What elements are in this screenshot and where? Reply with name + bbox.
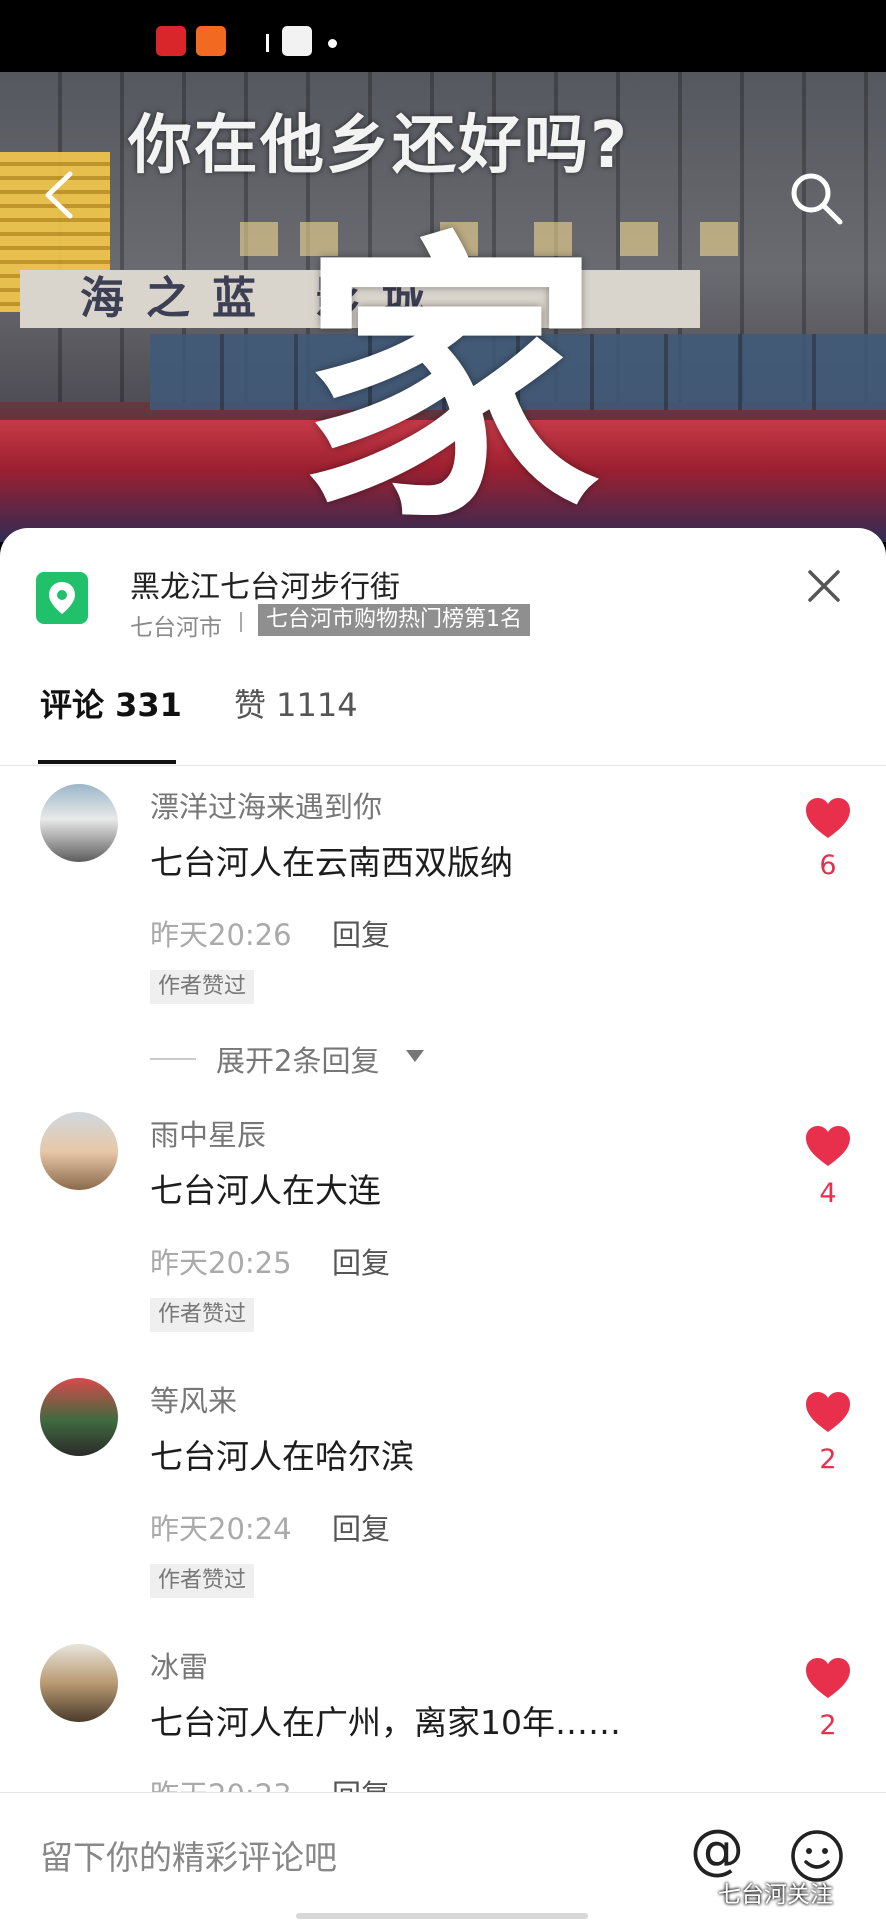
comment-text: 七台河人在大连 [150, 1171, 381, 1210]
avatar[interactable] [40, 1644, 118, 1722]
comment-username[interactable]: 冰雷 [150, 1644, 208, 1686]
notification-dot-icon [328, 39, 337, 48]
video-player[interactable]: 海之蓝 影城 你在他乡还好吗? 家 [0, 72, 886, 542]
ranking-badge[interactable]: 七台河市购物热门榜第1名 [258, 604, 530, 636]
status-bar [0, 0, 886, 72]
heart-icon[interactable] [804, 796, 852, 840]
avatar[interactable] [40, 1378, 118, 1456]
home-indicator[interactable] [296, 1913, 588, 1919]
author-liked-badge: 作者赞过 [150, 1564, 255, 1598]
tab-comments[interactable]: 评论 331 [40, 680, 182, 726]
watermark: 七台河关注 [718, 1882, 833, 1908]
tab-likes[interactable]: 赞 1114 [234, 680, 358, 726]
app-notification-icon [156, 26, 186, 56]
comment-input-bar: 留下你的精彩评论吧 @ 七台河关注 [0, 1792, 886, 1921]
comments-panel: 黑龙江七台河步行街 七台河市 七台河市购物热门榜第1名 评论 331 赞 111… [0, 528, 886, 1920]
map-app-icon [282, 26, 312, 56]
location-pin-icon [36, 572, 88, 624]
comment-username[interactable]: 等风来 [150, 1378, 237, 1420]
app-notification-icon [196, 26, 226, 56]
tab-divider [0, 765, 886, 766]
status-divider [266, 34, 269, 52]
comment-time: 昨天20:25 [150, 1246, 292, 1280]
caret-down-icon [406, 1050, 424, 1062]
author-liked-badge: 作者赞过 [150, 1298, 255, 1332]
comment-input[interactable]: 留下你的精彩评论吧 [40, 1831, 337, 1879]
reply-button[interactable]: 回复 [332, 912, 390, 954]
comment-time: 昨天20:24 [150, 1512, 292, 1546]
avatar[interactable] [40, 1112, 118, 1190]
comment-time: 昨天20:26 [150, 918, 292, 952]
expand-divider [150, 1058, 196, 1060]
heart-icon[interactable] [804, 1124, 852, 1168]
like-count: 2 [819, 1710, 837, 1741]
reply-button[interactable]: 回复 [332, 1240, 390, 1282]
heart-icon[interactable] [804, 1390, 852, 1434]
mention-button[interactable]: @ [690, 1823, 744, 1877]
active-tab-indicator [38, 760, 176, 764]
wechat-icon [683, 1878, 711, 1900]
reply-button[interactable]: 回复 [332, 1506, 390, 1548]
location-city: 七台河市 [130, 615, 222, 641]
heart-icon[interactable] [804, 1656, 852, 1700]
close-icon[interactable] [804, 566, 844, 606]
like-count: 4 [819, 1178, 837, 1209]
calligraphy-character: 家 [300, 205, 600, 542]
comment-username[interactable]: 雨中星辰 [150, 1112, 266, 1154]
comment-text: 七台河人在哈尔滨 [150, 1437, 414, 1476]
expand-replies-label: 展开2条回复 [216, 1044, 380, 1078]
comment-username[interactable]: 漂洋过海来遇到你 [150, 784, 382, 826]
search-icon[interactable] [788, 170, 844, 226]
back-arrow-icon[interactable] [40, 170, 80, 220]
video-title-overlay: 你在他乡还好吗? [128, 109, 630, 183]
author-liked-badge: 作者赞过 [150, 970, 255, 1004]
like-count: 2 [819, 1444, 837, 1475]
comment-text: 七台河人在广州，离家10年…… [150, 1703, 621, 1742]
like-count: 6 [819, 850, 837, 881]
comment-text: 七台河人在云南西双版纳 [150, 843, 513, 882]
location-divider [240, 612, 242, 632]
avatar[interactable] [40, 784, 118, 862]
location-name[interactable]: 黑龙江七台河步行街 [130, 562, 400, 606]
